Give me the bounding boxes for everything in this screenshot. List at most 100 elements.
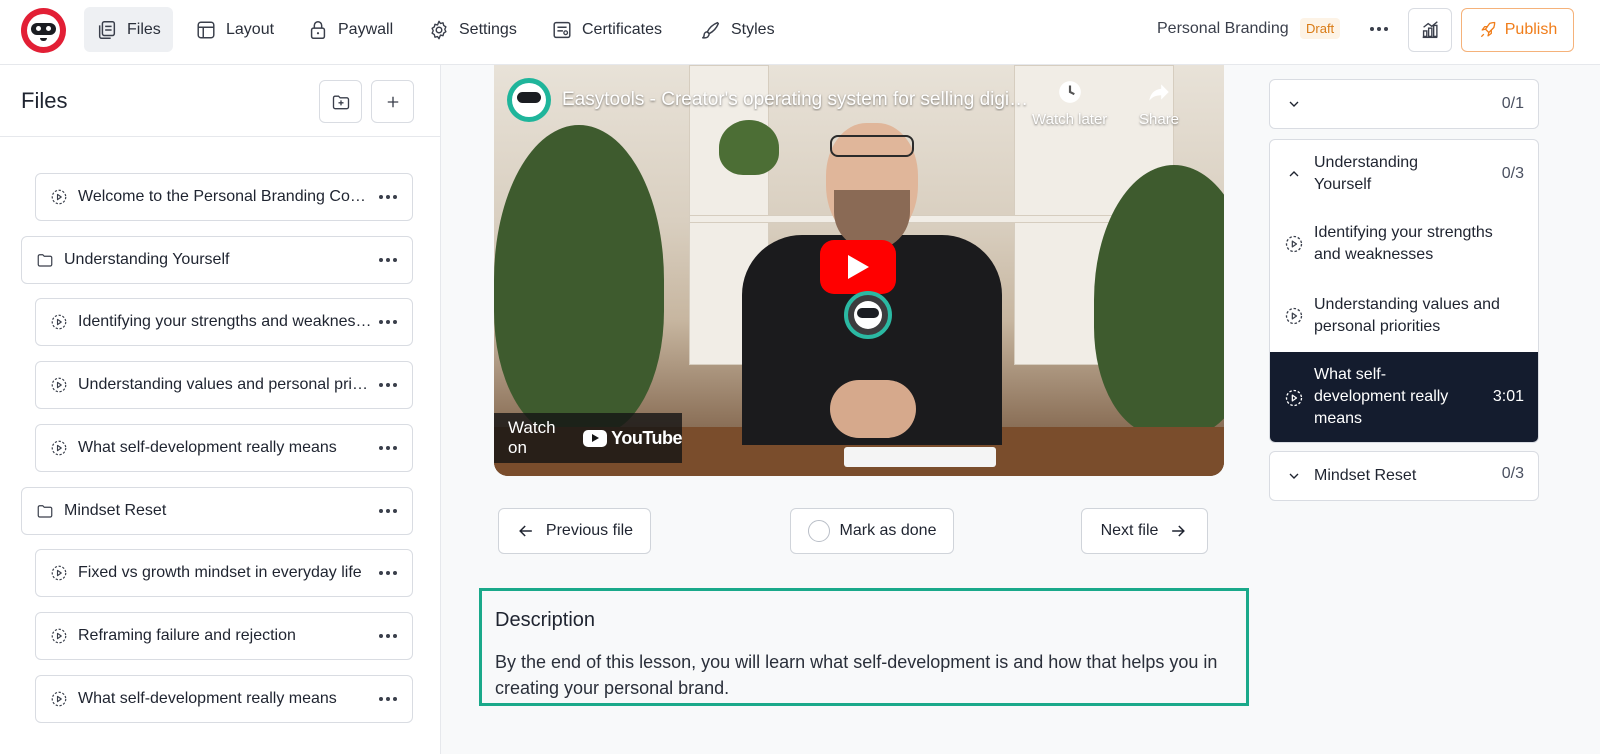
logo-face (27, 14, 60, 47)
item-more-button[interactable] (378, 690, 398, 708)
outline-lesson-label: Identifying your strengths and weaknesse… (1314, 224, 1493, 263)
arrow-right-icon (1172, 525, 1186, 537)
tab-settings-label: Settings (459, 20, 517, 38)
tab-layout-label: Layout (226, 20, 275, 38)
item-more-button[interactable] (378, 376, 398, 394)
chevron-down-icon (1284, 466, 1304, 486)
gear-icon (431, 20, 447, 39)
plus-icon (387, 96, 398, 107)
share-button[interactable]: Share (1139, 79, 1179, 128)
chevron-up-icon (1284, 164, 1304, 184)
outline-section-count: 0/1 (1501, 95, 1524, 112)
status-badge: Draft (1300, 18, 1341, 39)
video-lesson-icon (51, 565, 67, 581)
youtube-logo: YouTube (583, 428, 682, 449)
lock-icon (310, 20, 326, 39)
add-file-button[interactable] (371, 80, 414, 123)
add-folder-button[interactable] (319, 80, 362, 123)
file-item[interactable]: Identifying your strengths and weaknesse… (35, 298, 413, 346)
item-more-button[interactable] (378, 251, 398, 269)
share-label: Share (1139, 111, 1180, 128)
video-lesson-icon (1285, 235, 1303, 253)
file-label: Identifying your strengths and weaknesse… (78, 313, 373, 330)
watch-on-youtube-button[interactable]: Watch on YouTube (494, 413, 682, 463)
outline-section-label: Understanding Yourself (1314, 154, 1419, 193)
file-item[interactable]: What self-development really means (35, 675, 413, 723)
outline-lesson[interactable]: Identifying your strengths and weaknesse… (1270, 208, 1538, 280)
mark-done-button[interactable]: Mark as done (790, 508, 954, 554)
rocket-icon (1480, 21, 1496, 38)
more-icon (379, 258, 397, 262)
more-icon (379, 634, 397, 638)
tab-files-label: Files (127, 20, 161, 38)
video-lesson-icon (51, 189, 67, 205)
more-icon (379, 509, 397, 513)
tab-paywall-label: Paywall (338, 20, 394, 38)
item-more-button[interactable] (378, 627, 398, 645)
tab-settings[interactable]: Settings (416, 7, 529, 52)
folder-item[interactable]: Mindset Reset (21, 487, 413, 535)
outline-section-intro[interactable]: 0/1 (1269, 79, 1539, 129)
item-more-button[interactable] (378, 439, 398, 457)
watch-later-label: Watch later (1032, 111, 1108, 128)
analytics-button[interactable] (1408, 8, 1452, 52)
done-checkbox[interactable] (807, 520, 830, 542)
course-title: Personal Branding (1157, 20, 1289, 37)
tab-certificates-label: Certificates (582, 20, 663, 38)
brush-icon (702, 21, 720, 39)
tab-styles[interactable]: Styles (688, 7, 787, 52)
file-label: Understanding values and personal priori… (78, 376, 373, 393)
tab-certificates[interactable]: Certificates (539, 7, 674, 52)
watch-later-button[interactable]: Watch later (1032, 79, 1107, 128)
video-player[interactable]: Easytools - Creator's operating system f… (494, 65, 1224, 476)
layout-icon (197, 20, 215, 39)
tab-paywall[interactable]: Paywall (295, 7, 405, 52)
video-lesson-icon (51, 440, 67, 456)
file-item[interactable]: What self-development really means (35, 424, 413, 472)
channel-avatar[interactable] (507, 78, 551, 122)
item-more-button[interactable] (378, 188, 398, 206)
outline-lesson-label: Understanding values and personal priori… (1314, 296, 1500, 335)
item-more-button[interactable] (378, 313, 398, 331)
more-icon (379, 383, 397, 387)
outline-section-count: 0/3 (1501, 465, 1524, 482)
previous-file-button[interactable]: Previous file (498, 508, 651, 554)
video-lesson-icon (51, 691, 67, 707)
chevron-down-icon (1284, 94, 1304, 114)
file-item[interactable]: Welcome to the Personal Branding Course (35, 173, 413, 221)
outline-lesson[interactable]: Understanding values and personal priori… (1270, 280, 1538, 352)
logo[interactable] (21, 8, 66, 53)
item-more-button[interactable] (378, 564, 398, 582)
outline-section-understanding: Understanding Yourself 0/3 Identifying y… (1269, 139, 1539, 443)
video-lesson-icon (51, 314, 67, 330)
outline-section-mindset[interactable]: Mindset Reset 0/3 (1269, 451, 1539, 501)
file-item[interactable]: Understanding values and personal priori… (35, 361, 413, 409)
file-item[interactable]: Fixed vs growth mindset in everyday life (35, 549, 413, 597)
top-bar: Files Layout Paywall Settings Certificat… (0, 0, 1600, 65)
play-icon (848, 255, 869, 279)
video-title[interactable]: Easytools - Creator's operating system f… (562, 89, 1032, 111)
chart-icon (1422, 21, 1438, 39)
more-options-button[interactable] (1366, 18, 1392, 40)
next-file-button[interactable]: Next file (1081, 508, 1208, 554)
file-label: Reframing failure and rejection (78, 627, 296, 644)
sidebar-header: Files (0, 65, 440, 137)
outline-lesson[interactable]: What self-development really means 3:01 (1270, 352, 1538, 442)
outline-section-header[interactable]: Understanding Yourself 0/3 (1270, 140, 1538, 208)
course-outline: 0/1 Understanding Yourself 0/3 Identifyi… (1269, 65, 1600, 754)
previous-file-label: Previous file (545, 522, 634, 539)
folder-item[interactable]: Understanding Yourself (21, 236, 413, 284)
play-button[interactable] (820, 240, 896, 294)
certificate-icon (553, 21, 571, 38)
more-icon (379, 697, 397, 701)
arrow-left-icon (519, 525, 532, 537)
file-item[interactable]: Reframing failure and rejection (35, 612, 413, 660)
tab-files[interactable]: Files (84, 7, 173, 52)
item-more-button[interactable] (378, 502, 398, 520)
lesson-main: Easytools - Creator's operating system f… (441, 65, 1269, 754)
tab-layout[interactable]: Layout (183, 7, 286, 52)
next-file-label: Next file (1100, 522, 1159, 539)
video-lesson-icon (51, 377, 67, 393)
more-icon (379, 320, 397, 324)
publish-button[interactable]: Publish (1461, 8, 1574, 52)
